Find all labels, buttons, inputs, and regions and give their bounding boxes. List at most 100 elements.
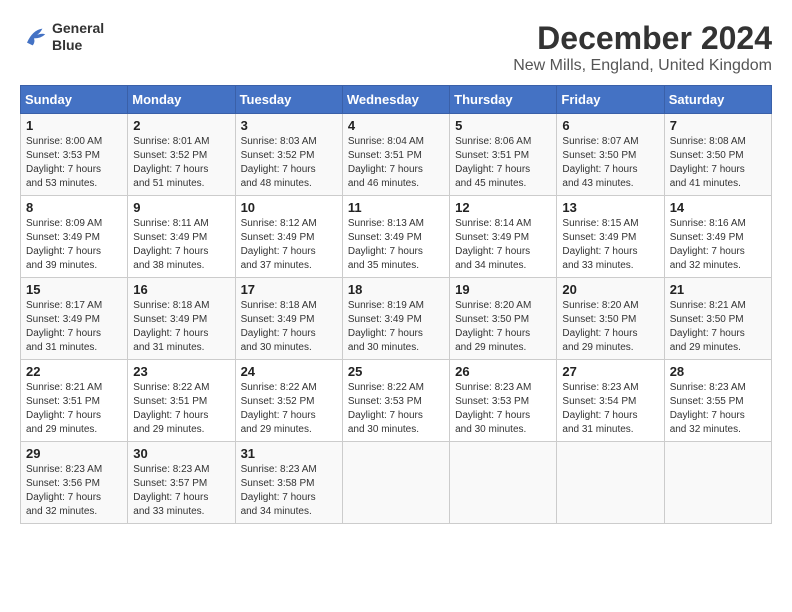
day-number: 9	[133, 200, 229, 215]
calendar-cell: 17 Sunrise: 8:18 AM Sunset: 3:49 PM Dayli…	[235, 278, 342, 360]
calendar-cell: 10 Sunrise: 8:12 AM Sunset: 3:49 PM Dayli…	[235, 196, 342, 278]
calendar-cell: 7 Sunrise: 8:08 AM Sunset: 3:50 PM Daylig…	[664, 114, 771, 196]
day-number: 20	[562, 282, 658, 297]
day-info: Sunrise: 8:18 AM Sunset: 3:49 PM Dayligh…	[241, 299, 337, 355]
calendar-cell: 26Sunrise: 8:23 AM Sunset: 3:53 PM Dayli…	[450, 360, 557, 442]
header-cell-monday: Monday	[128, 86, 235, 114]
calendar-cell: 8 Sunrise: 8:09 AM Sunset: 3:49 PM Daylig…	[21, 196, 128, 278]
calendar-cell: 11Sunrise: 8:13 AM Sunset: 3:49 PM Dayli…	[342, 196, 449, 278]
day-info: Sunrise: 8:15 AM Sunset: 3:49 PM Dayligh…	[562, 217, 658, 273]
day-info: Sunrise: 8:23 AM Sunset: 3:54 PM Dayligh…	[562, 381, 658, 437]
logo-text-line2: Blue	[52, 37, 104, 54]
calendar-cell	[450, 442, 557, 524]
day-info: Sunrise: 8:01 AM Sunset: 3:52 PM Dayligh…	[133, 135, 229, 191]
day-info: Sunrise: 8:00 AM Sunset: 3:53 PM Dayligh…	[26, 135, 122, 191]
calendar-cell	[664, 442, 771, 524]
calendar-cell: 24 Sunrise: 8:22 AM Sunset: 3:52 PM Dayli…	[235, 360, 342, 442]
calendar-cell: 2Sunrise: 8:01 AM Sunset: 3:52 PM Daylig…	[128, 114, 235, 196]
calendar-cell: 22Sunrise: 8:21 AM Sunset: 3:51 PM Dayli…	[21, 360, 128, 442]
calendar-week-2: 8 Sunrise: 8:09 AM Sunset: 3:49 PM Daylig…	[21, 196, 772, 278]
day-number: 4	[348, 118, 444, 133]
calendar-cell: 28 Sunrise: 8:23 AM Sunset: 3:55 PM Dayli…	[664, 360, 771, 442]
day-number: 8	[26, 200, 122, 215]
logo-text-line1: General	[52, 20, 104, 37]
day-info: Sunrise: 8:21 AM Sunset: 3:51 PM Dayligh…	[26, 381, 122, 437]
calendar-body: 1 Sunrise: 8:00 AM Sunset: 3:53 PM Daylig…	[21, 114, 772, 524]
calendar-cell: 14 Sunrise: 8:16 AM Sunset: 3:49 PM Dayli…	[664, 196, 771, 278]
day-info: Sunrise: 8:16 AM Sunset: 3:49 PM Dayligh…	[670, 217, 766, 273]
calendar-cell: 6Sunrise: 8:07 AM Sunset: 3:50 PM Daylig…	[557, 114, 664, 196]
calendar-week-5: 29Sunrise: 8:23 AM Sunset: 3:56 PM Dayli…	[21, 442, 772, 524]
calendar-cell: 13 Sunrise: 8:15 AM Sunset: 3:49 PM Dayli…	[557, 196, 664, 278]
calendar-cell: 27Sunrise: 8:23 AM Sunset: 3:54 PM Dayli…	[557, 360, 664, 442]
calendar-cell: 18 Sunrise: 8:19 AM Sunset: 3:49 PM Dayli…	[342, 278, 449, 360]
header-cell-tuesday: Tuesday	[235, 86, 342, 114]
title-block: December 2024 New Mills, England, United…	[513, 20, 772, 75]
day-number: 1	[26, 118, 122, 133]
day-number: 30	[133, 446, 229, 461]
day-info: Sunrise: 8:03 AM Sunset: 3:52 PM Dayligh…	[241, 135, 337, 191]
calendar-cell: 16Sunrise: 8:18 AM Sunset: 3:49 PM Dayli…	[128, 278, 235, 360]
calendar-cell: 20 Sunrise: 8:20 AM Sunset: 3:50 PM Dayli…	[557, 278, 664, 360]
calendar-cell: 15Sunrise: 8:17 AM Sunset: 3:49 PM Dayli…	[21, 278, 128, 360]
calendar-cell: 12Sunrise: 8:14 AM Sunset: 3:49 PM Dayli…	[450, 196, 557, 278]
calendar-cell: 1 Sunrise: 8:00 AM Sunset: 3:53 PM Daylig…	[21, 114, 128, 196]
day-info: Sunrise: 8:06 AM Sunset: 3:51 PM Dayligh…	[455, 135, 551, 191]
calendar-week-4: 22Sunrise: 8:21 AM Sunset: 3:51 PM Dayli…	[21, 360, 772, 442]
calendar-cell: 31 Sunrise: 8:23 AM Sunset: 3:58 PM Dayli…	[235, 442, 342, 524]
day-number: 31	[241, 446, 337, 461]
day-number: 15	[26, 282, 122, 297]
day-info: Sunrise: 8:23 AM Sunset: 3:56 PM Dayligh…	[26, 463, 122, 519]
day-number: 6	[562, 118, 658, 133]
logo: General Blue	[20, 20, 104, 54]
header-cell-friday: Friday	[557, 86, 664, 114]
day-number: 19	[455, 282, 551, 297]
page-header: General Blue December 2024 New Mills, En…	[20, 20, 772, 75]
day-number: 18	[348, 282, 444, 297]
calendar-cell	[342, 442, 449, 524]
day-number: 28	[670, 364, 766, 379]
calendar-cell: 3 Sunrise: 8:03 AM Sunset: 3:52 PM Daylig…	[235, 114, 342, 196]
logo-icon	[20, 23, 48, 51]
day-number: 10	[241, 200, 337, 215]
day-info: Sunrise: 8:12 AM Sunset: 3:49 PM Dayligh…	[241, 217, 337, 273]
day-info: Sunrise: 8:22 AM Sunset: 3:53 PM Dayligh…	[348, 381, 444, 437]
day-number: 17	[241, 282, 337, 297]
day-number: 21	[670, 282, 766, 297]
day-info: Sunrise: 8:08 AM Sunset: 3:50 PM Dayligh…	[670, 135, 766, 191]
day-info: Sunrise: 8:21 AM Sunset: 3:50 PM Dayligh…	[670, 299, 766, 355]
day-info: Sunrise: 8:23 AM Sunset: 3:58 PM Dayligh…	[241, 463, 337, 519]
header-row: SundayMondayTuesdayWednesdayThursdayFrid…	[21, 86, 772, 114]
calendar-cell: 4 Sunrise: 8:04 AM Sunset: 3:51 PM Daylig…	[342, 114, 449, 196]
day-number: 26	[455, 364, 551, 379]
day-info: Sunrise: 8:22 AM Sunset: 3:52 PM Dayligh…	[241, 381, 337, 437]
day-info: Sunrise: 8:13 AM Sunset: 3:49 PM Dayligh…	[348, 217, 444, 273]
day-number: 24	[241, 364, 337, 379]
calendar-cell: 23 Sunrise: 8:22 AM Sunset: 3:51 PM Dayli…	[128, 360, 235, 442]
day-number: 12	[455, 200, 551, 215]
day-number: 3	[241, 118, 337, 133]
day-number: 14	[670, 200, 766, 215]
day-info: Sunrise: 8:20 AM Sunset: 3:50 PM Dayligh…	[455, 299, 551, 355]
day-info: Sunrise: 8:19 AM Sunset: 3:49 PM Dayligh…	[348, 299, 444, 355]
calendar-header: SundayMondayTuesdayWednesdayThursdayFrid…	[21, 86, 772, 114]
day-info: Sunrise: 8:09 AM Sunset: 3:49 PM Dayligh…	[26, 217, 122, 273]
day-number: 7	[670, 118, 766, 133]
day-info: Sunrise: 8:20 AM Sunset: 3:50 PM Dayligh…	[562, 299, 658, 355]
calendar-cell: 25Sunrise: 8:22 AM Sunset: 3:53 PM Dayli…	[342, 360, 449, 442]
day-info: Sunrise: 8:23 AM Sunset: 3:57 PM Dayligh…	[133, 463, 229, 519]
day-info: Sunrise: 8:22 AM Sunset: 3:51 PM Dayligh…	[133, 381, 229, 437]
day-number: 13	[562, 200, 658, 215]
calendar-week-3: 15Sunrise: 8:17 AM Sunset: 3:49 PM Dayli…	[21, 278, 772, 360]
day-info: Sunrise: 8:04 AM Sunset: 3:51 PM Dayligh…	[348, 135, 444, 191]
day-number: 5	[455, 118, 551, 133]
calendar-cell: 30 Sunrise: 8:23 AM Sunset: 3:57 PM Dayli…	[128, 442, 235, 524]
header-cell-sunday: Sunday	[21, 86, 128, 114]
calendar-cell: 19 Sunrise: 8:20 AM Sunset: 3:50 PM Dayli…	[450, 278, 557, 360]
day-info: Sunrise: 8:23 AM Sunset: 3:55 PM Dayligh…	[670, 381, 766, 437]
day-number: 23	[133, 364, 229, 379]
day-info: Sunrise: 8:18 AM Sunset: 3:49 PM Dayligh…	[133, 299, 229, 355]
calendar-week-1: 1 Sunrise: 8:00 AM Sunset: 3:53 PM Daylig…	[21, 114, 772, 196]
header-cell-wednesday: Wednesday	[342, 86, 449, 114]
header-cell-saturday: Saturday	[664, 86, 771, 114]
